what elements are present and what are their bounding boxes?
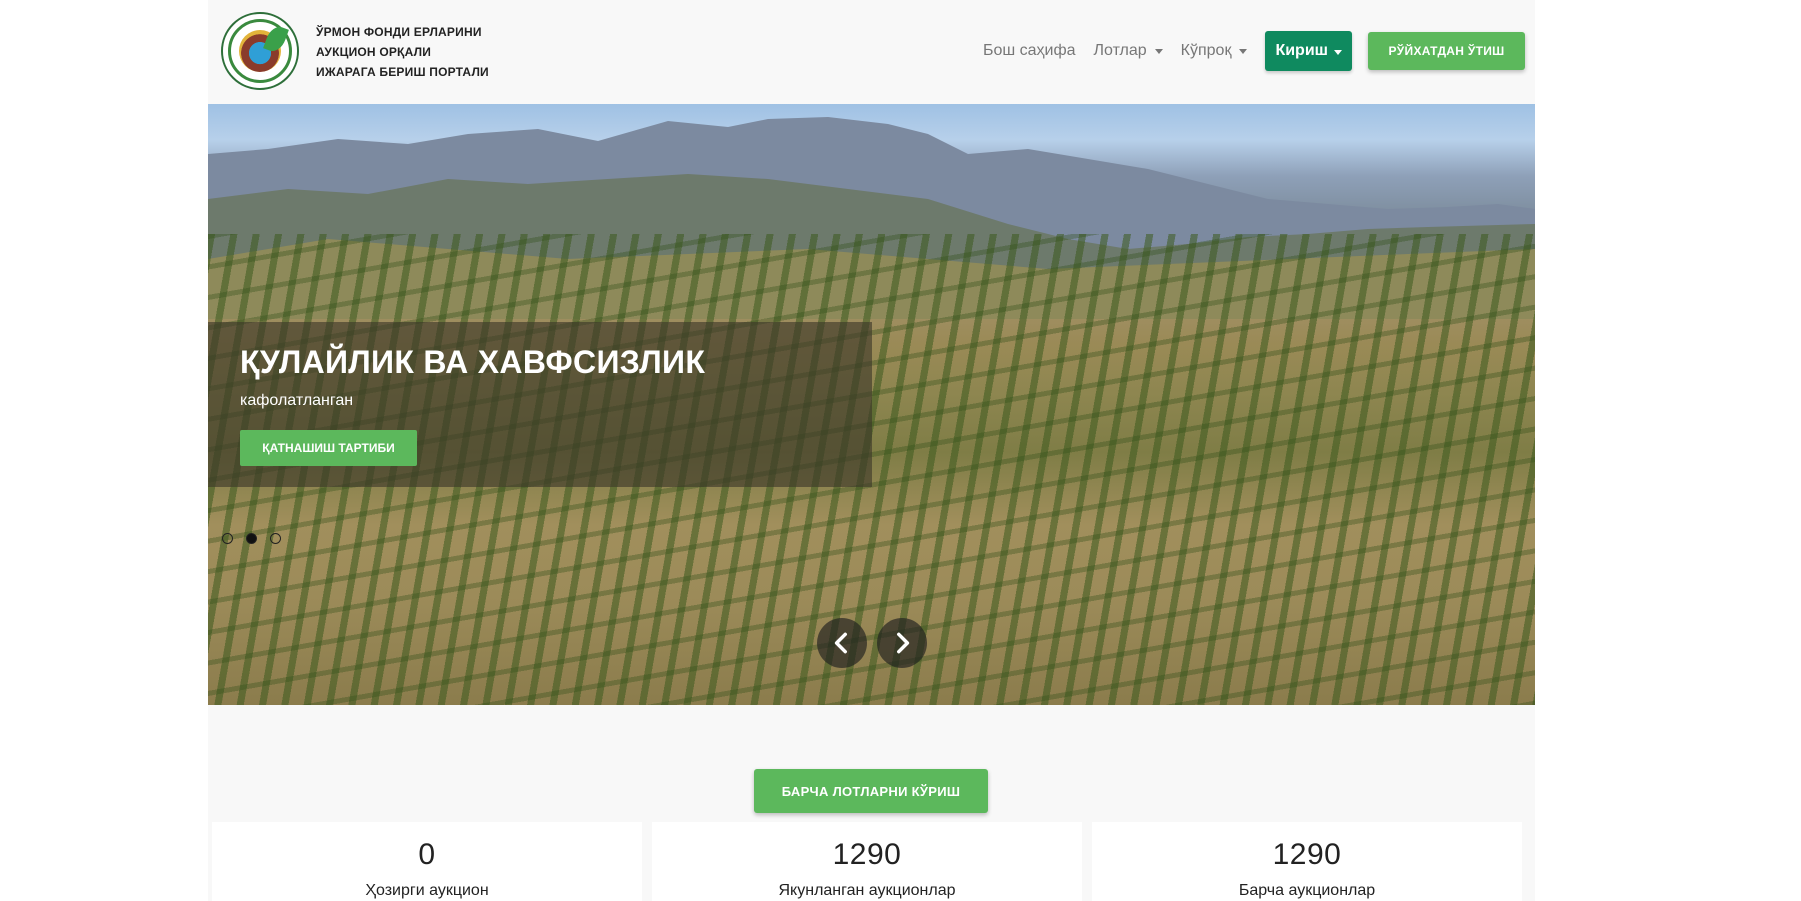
auction-stats: 0 Ҳозирги аукцион 1290 Якунланган аукцио…	[212, 822, 1532, 901]
hero-carousel: ҚУЛАЙЛИК ВА ХАВФСИЗЛИК кафолатланган ҚАТ…	[208, 104, 1535, 705]
slide-subtitle: кафолатланган	[240, 392, 354, 409]
view-all-lots-button[interactable]: БАРЧА ЛОТЛАРНИ КЎРИШ	[754, 769, 988, 813]
brand-title[interactable]: ЎРМОН ФОНДИ ЕРЛАРИНИ АУКЦИОН ОРҚАЛИ ИЖАР…	[316, 22, 516, 82]
login-label: Кириш	[1275, 42, 1328, 59]
stat-card-all: 1290 Барча аукционлар	[1092, 822, 1522, 901]
site-logo[interactable]	[221, 12, 299, 90]
stat-value: 0	[418, 838, 436, 871]
register-label: РЎЙХАТДАН ЎТИШ	[1388, 44, 1505, 58]
nav-home-label: Бош саҳифа	[982, 42, 1076, 59]
slide-title: ҚУЛАЙЛИК ВА ХАВФСИЗЛИК	[240, 344, 706, 380]
nav-lots-dropdown[interactable]: Лотлар	[1094, 42, 1163, 60]
stat-label: Ҳозирги аукцион	[365, 882, 489, 899]
brand-line-2: АУКЦИОН ОРҚАЛИ	[316, 45, 432, 59]
brand-line-1: ЎРМОН ФОНДИ ЕРЛАРИНИ	[316, 25, 482, 39]
carousel-indicator-2[interactable]	[246, 533, 257, 544]
nav-more-label: Кўпроқ	[1180, 42, 1232, 59]
register-button[interactable]: РЎЙХАТДАН ЎТИШ	[1368, 32, 1525, 70]
stat-card-current: 0 Ҳозирги аукцион	[212, 822, 642, 901]
stat-card-completed: 1290 Якунланган аукционлар	[652, 822, 1082, 901]
view-all-lots-label: БАРЧА ЛОТЛАРНИ КЎРИШ	[781, 783, 961, 799]
carousel-prev-button[interactable]	[817, 618, 867, 668]
nav-home[interactable]: Бош саҳифа	[983, 42, 1076, 60]
chevron-left-icon	[834, 632, 847, 654]
chevron-right-icon	[897, 632, 910, 654]
caret-down-icon	[1239, 48, 1248, 54]
stat-label: Барча аукционлар	[1238, 882, 1376, 899]
carousel-indicator-3[interactable]	[270, 533, 281, 544]
participation-rules-button[interactable]: ҚАТНАШИШ ТАРТИБИ	[240, 430, 417, 466]
caret-down-icon	[1334, 50, 1342, 55]
stat-label: Якунланган аукционлар	[778, 882, 956, 899]
site-header: ЎРМОН ФОНДИ ЕРЛАРИНИ АУКЦИОН ОРҚАЛИ ИЖАР…	[208, 0, 1535, 104]
page-container: ЎРМОН ФОНДИ ЕРЛАРИНИ АУКЦИОН ОРҚАЛИ ИЖАР…	[208, 0, 1535, 901]
main-nav: Бош саҳифа Лотлар Кўпроқ Кириш РЎЙХАТДАН…	[983, 31, 1525, 71]
nav-more-dropdown[interactable]: Кўпроқ	[1181, 42, 1248, 60]
participation-rules-label: ҚАТНАШИШ ТАРТИБИ	[262, 441, 395, 455]
caret-down-icon	[1154, 48, 1163, 54]
nav-lots-label: Лотлар	[1093, 42, 1147, 59]
slide-caption: ҚУЛАЙЛИК ВА ХАВФСИЗЛИК кафолатланган ҚАТ…	[208, 322, 872, 487]
login-button[interactable]: Кириш	[1265, 31, 1352, 71]
carousel-indicators	[222, 533, 294, 544]
stat-value: 1290	[1272, 838, 1342, 871]
carousel-next-button[interactable]	[877, 618, 927, 668]
carousel-indicator-1[interactable]	[222, 533, 233, 544]
stat-value: 1290	[832, 838, 902, 871]
brand-line-3: ИЖАРАГА БЕРИШ ПОРТАЛИ	[316, 65, 489, 79]
